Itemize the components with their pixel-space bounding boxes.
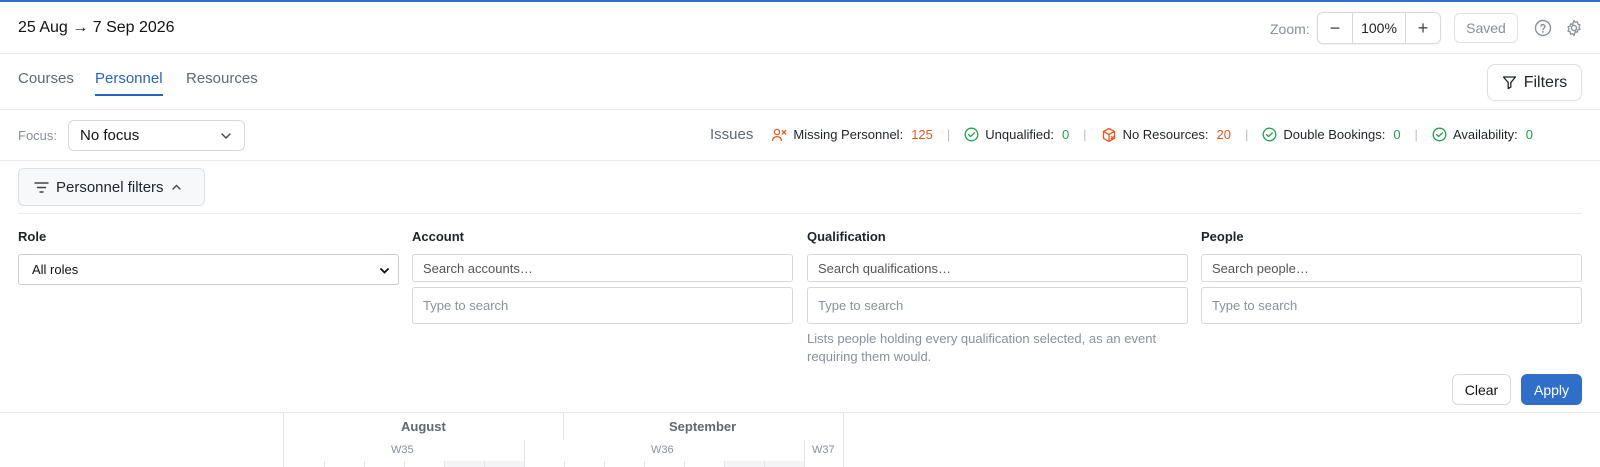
account-type-search-input[interactable]: Type to search [412,287,793,324]
zoom-control: − 100% + [1317,12,1441,44]
package-x-icon [1102,127,1115,142]
funnel-icon [1502,76,1516,90]
people-search-input[interactable]: Search people… [1201,254,1582,282]
role-select[interactable]: All roles [18,254,399,285]
day-tick [724,461,725,467]
role-label: Role [18,229,47,244]
qualification-type-search-input[interactable]: Type to search [807,287,1188,324]
zoom-in-button[interactable]: + [1406,13,1440,43]
issue-label: Missing Personnel: [793,127,904,142]
week-label: W36 [651,444,674,456]
tab-resources[interactable]: Resources [186,70,258,94]
issue-value: 0 [1393,127,1401,142]
week-label: W35 [391,444,414,456]
month-label: August [401,419,446,434]
timeline-divider [283,413,284,467]
date-range: 25 Aug → 7 Sep 2026 [18,19,175,36]
issue-missing-personnel[interactable]: Missing Personnel: 125 [771,127,933,143]
issue-label: Unqualified: [985,127,1054,142]
clear-button[interactable]: Clear [1452,374,1511,405]
issue-value: 0 [1525,127,1533,142]
divider [18,213,1582,214]
tabs-bar: Courses Personnel Resources Filters [0,54,1600,110]
issue-no-resources[interactable]: No Resources: 20 [1101,127,1231,143]
focus-select[interactable]: No focus [68,120,245,151]
apply-button[interactable]: Apply [1521,374,1582,405]
issue-availability[interactable]: Availability: 0 [1432,127,1533,142]
timeline-divider [843,413,844,467]
zoom-value: 100% [1352,13,1406,43]
qualification-search-input[interactable]: Search qualifications… [807,254,1188,282]
issue-double-bookings[interactable]: Double Bookings: 0 [1262,127,1401,142]
focus-issues-bar: Focus: No focus Issues Missing Personnel… [0,110,1600,161]
day-tick [684,461,685,467]
issue-value: 20 [1216,127,1232,142]
issue-label: No Resources: [1122,127,1209,142]
saved-button[interactable]: Saved [1454,13,1518,43]
zoom-label: Zoom: [1270,21,1310,37]
day-tick [564,461,565,467]
qualification-label: Qualification [807,229,886,244]
people-label: People [1201,229,1244,244]
month-label: September [669,419,737,434]
focus-label: Focus: [18,128,58,143]
help-circle-icon[interactable] [1534,19,1552,37]
day-tick [444,461,445,467]
day-tick [364,461,365,467]
issue-unqualified[interactable]: Unqualified: 0 [964,127,1069,142]
issue-value: 0 [1061,127,1070,142]
tab-personnel[interactable]: Personnel [95,70,163,96]
focus-value: No focus [80,127,140,144]
day-tick [604,461,605,467]
issues-label: Issues [710,126,754,143]
role-value: All roles [32,262,79,277]
check-circle-icon [964,127,979,142]
separator: | [946,127,951,142]
chevron-up-icon [171,184,181,190]
qualification-hint: Lists people holding every qualification… [807,331,1157,364]
day-tick [484,461,485,467]
account-label: Account [412,229,464,244]
person-x-icon [772,128,787,141]
separator: | [1245,127,1249,142]
personnel-filters-toggle[interactable]: Personnel filters [18,168,205,206]
day-tick [324,461,325,467]
week-label: W37 [812,444,835,456]
header: 25 Aug → 7 Sep 2026 Zoom: − 100% + Saved [0,2,1600,54]
timeline-header: August September W35 W36 W37 [0,412,1600,467]
issue-value: 125 [911,127,933,142]
zoom-out-button[interactable]: − [1318,13,1352,43]
issue-label: Double Bookings: [1283,127,1386,142]
week-divider [524,440,525,467]
separator: | [1414,127,1418,142]
separator: | [1083,127,1087,142]
issues-summary: Issues Missing Personnel: 125 | Unqualif… [710,126,1533,143]
check-circle-icon [1432,127,1447,142]
week-divider [804,440,805,467]
personnel-filters-label: Personnel filters [56,178,164,196]
chevron-down-icon [221,133,231,139]
filters-label: Filters [1523,73,1568,91]
month-divider [563,413,564,440]
filter-lines-icon [34,181,49,193]
filters-button[interactable]: Filters [1487,64,1582,101]
day-tick [764,461,765,467]
tab-courses[interactable]: Courses [18,70,74,94]
people-type-search-input[interactable]: Type to search [1201,287,1582,324]
issue-label: Availability: [1452,127,1518,142]
gear-icon[interactable] [1565,19,1583,37]
check-circle-icon [1262,127,1277,142]
chevron-down-icon [380,268,389,274]
account-search-input[interactable]: Search accounts… [412,254,793,282]
day-tick [644,461,645,467]
day-tick [404,461,405,467]
